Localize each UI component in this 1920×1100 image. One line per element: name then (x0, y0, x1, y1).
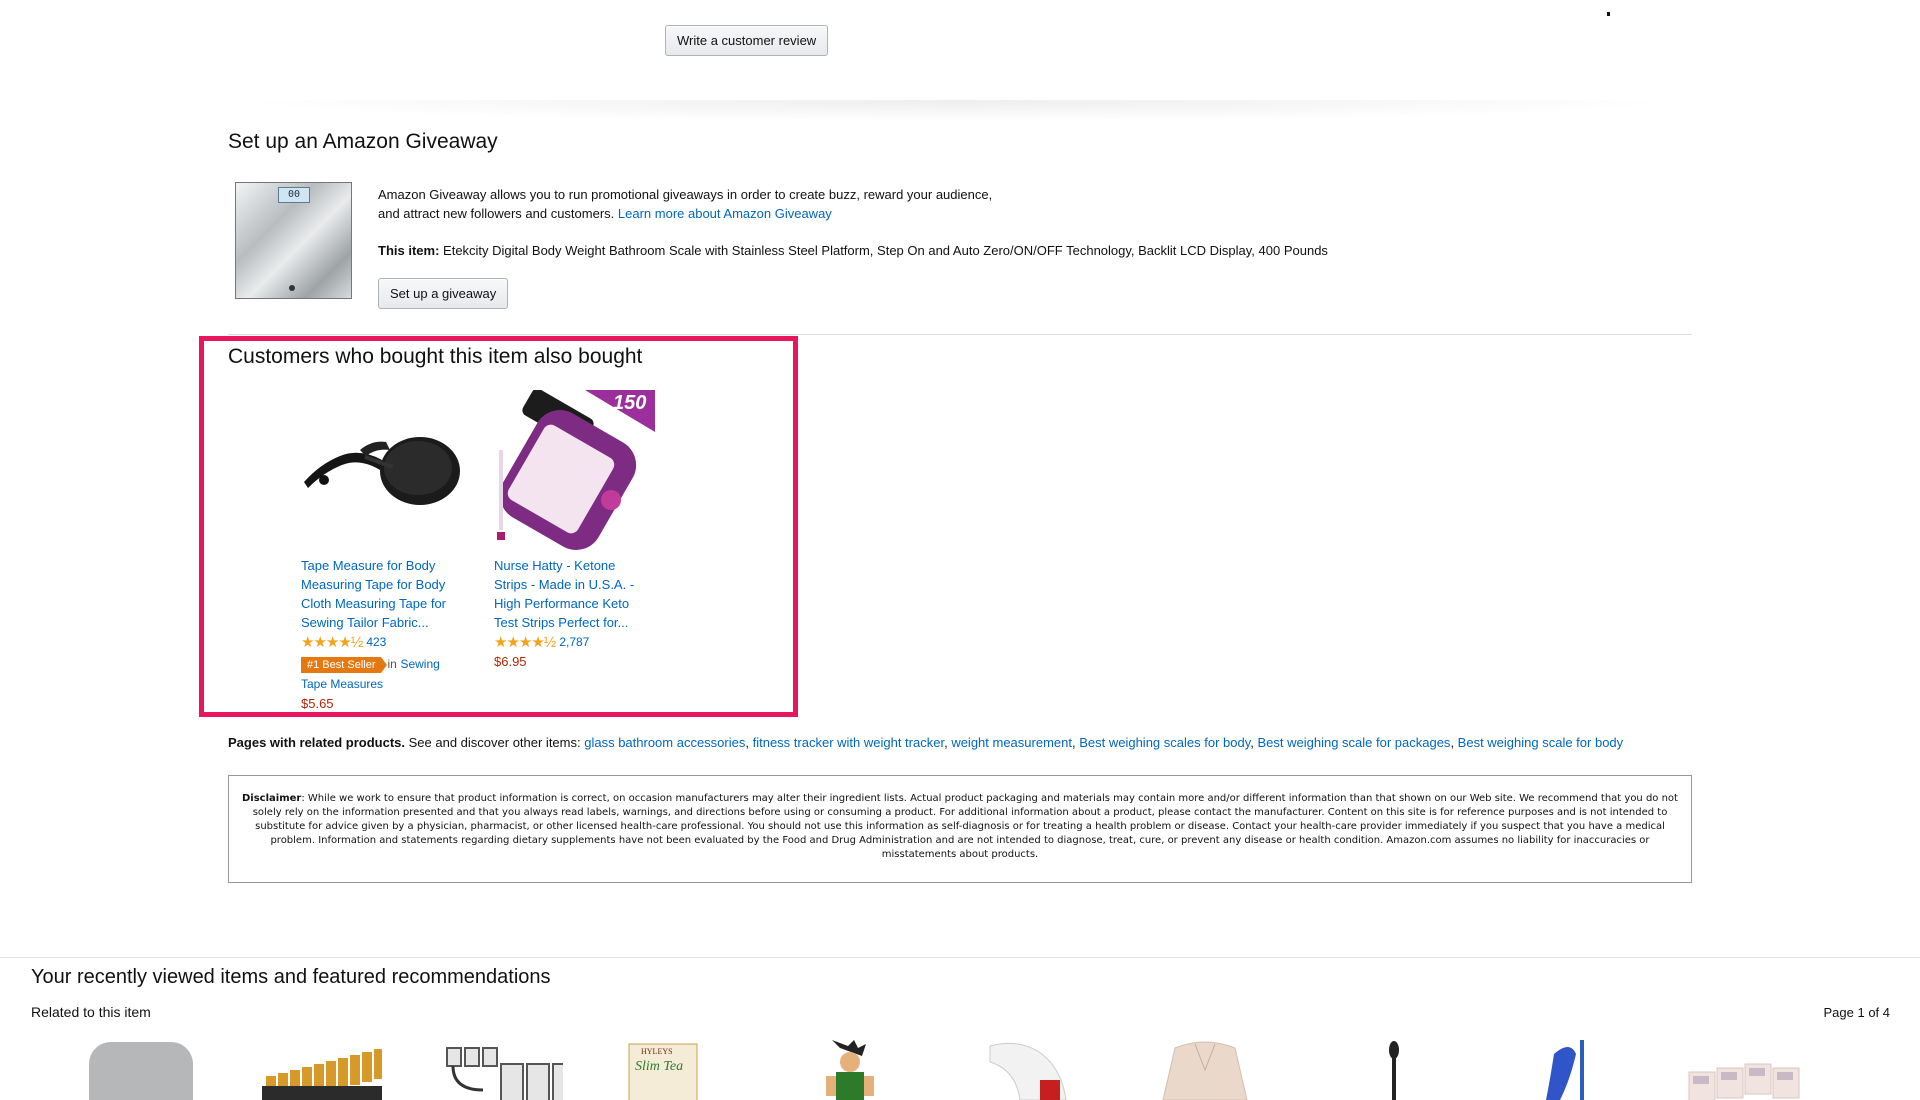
product-price: $5.65 (301, 696, 334, 711)
thumb-cardigan[interactable] (1155, 1040, 1275, 1100)
giveaway-product-image[interactable]: 00 (235, 182, 352, 299)
also-bought-heading: Customers who bought this item also boug… (228, 345, 643, 368)
product-title-line[interactable]: High Performance Keto (494, 596, 629, 611)
this-item-label: This item: (378, 243, 440, 258)
product-image-tape-measure[interactable] (300, 420, 465, 520)
product-title-line[interactable]: Nurse Hatty - Ketone (494, 558, 615, 573)
recently-viewed-heading: Your recently viewed items and featured … (31, 966, 551, 988)
thumb-cotton-swab[interactable] (1380, 1040, 1410, 1100)
giveaway-description-line2: and attract new followers and customers. (378, 206, 615, 221)
recently-viewed-section: Your recently viewed items and featured … (0, 957, 1920, 1100)
thumb-action-figure[interactable] (800, 1040, 920, 1100)
product-title-line[interactable]: Sewing Tailor Fabric... (301, 615, 429, 630)
thumb-slim-tea[interactable]: HYLEYS Slim Tea (625, 1040, 745, 1100)
thumb-bathroom-scale[interactable] (85, 1040, 205, 1100)
product-title-line[interactable]: Cloth Measuring Tape for (301, 596, 446, 611)
slim-tea-product-label: Slim Tea (635, 1059, 684, 1074)
related-to-item-label: Related to this item (31, 1004, 151, 1020)
giveaway-description: Amazon Giveaway allows you to run promot… (378, 185, 992, 223)
related-pages-intro: See and discover other items: (408, 735, 581, 750)
star-rating-icon[interactable]: ★★★★½ (494, 633, 556, 652)
scale-lcd-display: 00 (278, 187, 310, 203)
setup-giveaway-button[interactable]: Set up a giveaway (378, 278, 509, 309)
thumb-tissue-packs[interactable] (1685, 1040, 1805, 1100)
star-rating-icon[interactable]: ★★★★½ (301, 633, 363, 652)
related-link[interactable]: fitness tracker with weight tracker (753, 735, 944, 750)
product-card-tape-measure: Tape Measure for Body Measuring Tape for… (301, 556, 451, 713)
thumb-duster[interactable] (1540, 1040, 1600, 1100)
thumb-soap-dispenser[interactable] (980, 1040, 1100, 1100)
thumb-aa-batteries[interactable] (262, 1040, 382, 1100)
related-link[interactable]: glass bathroom accessories (584, 735, 745, 750)
section-separator (228, 100, 1688, 122)
related-link[interactable]: Best weighing scales for body (1079, 735, 1250, 750)
giveaway-this-item: This item: Etekcity Digital Body Weight … (378, 241, 1328, 260)
disclaimer-box: Disclaimer: While we work to ensure that… (228, 775, 1692, 883)
product-price: $6.95 (494, 654, 527, 669)
slim-tea-brand-label: HYLEYS (641, 1047, 673, 1056)
related-pages: Pages with related products. See and dis… (228, 735, 1624, 750)
product-image-ketone-strips[interactable]: 150 (493, 388, 655, 552)
write-review-button[interactable]: Write a customer review (665, 25, 829, 56)
product-title-line[interactable]: Test Strips Perfect for... (494, 615, 628, 630)
review-count-link[interactable]: 423 (366, 635, 386, 649)
badge-in-text: in (387, 657, 397, 671)
thumb-usb-cables[interactable] (443, 1040, 563, 1100)
product-title-line[interactable]: Measuring Tape for Body (301, 577, 445, 592)
stray-dot (1607, 12, 1610, 16)
related-link[interactable]: weight measurement (951, 735, 1072, 750)
best-seller-badge: #1 Best Seller (301, 657, 389, 673)
product-image-count-label: 150 (613, 392, 647, 414)
related-link[interactable]: Best weighing scale for body (1458, 735, 1623, 750)
related-pages-label: Pages with related products. (228, 735, 405, 750)
giveaway-description-line1: Amazon Giveaway allows you to run promot… (378, 187, 993, 202)
review-count-link[interactable]: 2,787 (559, 635, 589, 649)
divider (228, 334, 1692, 335)
product-card-ketone-strips: Nurse Hatty - Ketone Strips - Made in U.… (494, 556, 644, 671)
disclaimer-label: Disclaimer (242, 793, 302, 804)
page-indicator: Page 1 of 4 (1823, 1005, 1891, 1020)
product-title-line[interactable]: Strips - Made in U.S.A. - (494, 577, 634, 592)
related-link[interactable]: Best weighing scale for packages (1257, 735, 1450, 750)
scale-logo-icon (289, 285, 295, 291)
best-seller-category-link[interactable]: Sewing (400, 657, 439, 671)
product-title-line[interactable]: Tape Measure for Body (301, 558, 435, 573)
best-seller-category-link[interactable]: Tape Measures (301, 677, 383, 691)
disclaimer-text: : While we work to ensure that product i… (252, 793, 1678, 860)
learn-more-giveaway-link[interactable]: Learn more about Amazon Giveaway (618, 206, 832, 221)
giveaway-heading: Set up an Amazon Giveaway (228, 130, 498, 153)
this-item-text: Etekcity Digital Body Weight Bathroom Sc… (443, 243, 1328, 258)
